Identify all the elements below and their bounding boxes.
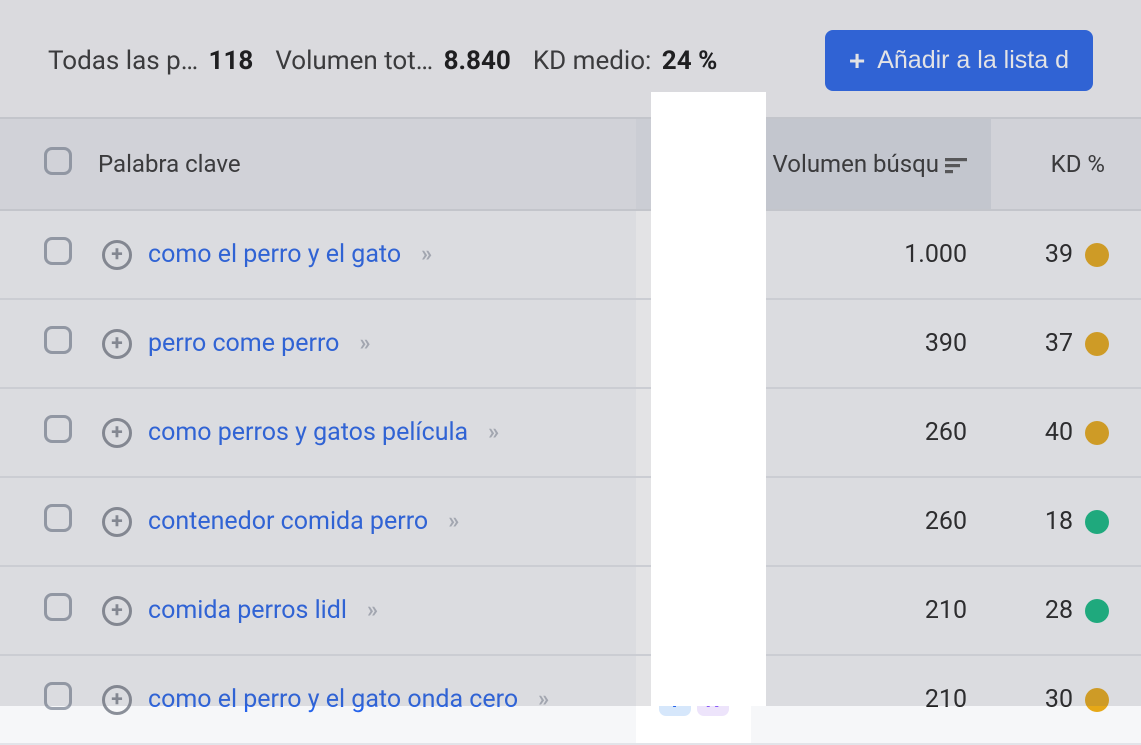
kd-difficulty-dot bbox=[1085, 332, 1109, 356]
volume-header[interactable]: Volumen búsqu bbox=[751, 118, 991, 210]
intent-cell: IT bbox=[636, 299, 751, 388]
chevrons-icon[interactable]: » bbox=[359, 331, 366, 356]
row-checkbox[interactable] bbox=[44, 326, 72, 354]
select-all-header[interactable] bbox=[0, 118, 90, 210]
intent-badge-n: N bbox=[678, 239, 710, 271]
keyword-link[interactable]: como el perro y el gato bbox=[148, 240, 401, 269]
add-keyword-icon[interactable]: + bbox=[102, 596, 132, 626]
intent-badge-i: I bbox=[659, 684, 691, 716]
table-row: +como perros y gatos película»IT26040 bbox=[0, 388, 1141, 477]
add-keyword-icon[interactable]: + bbox=[102, 685, 132, 715]
avg-kd-label: KD medio: 24 % bbox=[533, 46, 718, 76]
plus-icon: + bbox=[849, 47, 865, 75]
total-volume-label: Volumen tot… 8.840 bbox=[275, 46, 511, 76]
kd-cell: 39 bbox=[991, 210, 1141, 299]
table-row: +contenedor comida perro»IT26018 bbox=[0, 477, 1141, 566]
kd-cell: 40 bbox=[991, 388, 1141, 477]
intent-badge-i: I bbox=[659, 506, 691, 538]
add-keyword-icon[interactable]: + bbox=[102, 329, 132, 359]
kd-difficulty-dot bbox=[1085, 599, 1109, 623]
intent-cell: IT bbox=[636, 388, 751, 477]
intent-badge-t: T bbox=[697, 328, 729, 360]
kd-cell: 37 bbox=[991, 299, 1141, 388]
stats-bar: Todas las p… 118 Volumen tot… 8.840 KD m… bbox=[0, 0, 1141, 117]
table-row: + como el perro y el gato » N 1.00039 bbox=[0, 210, 1141, 299]
chevrons-icon[interactable]: » bbox=[538, 687, 545, 712]
intent-header[interactable]: Inte… bbox=[636, 118, 751, 210]
add-keyword-icon[interactable]: + bbox=[102, 240, 132, 270]
select-all-checkbox[interactable] bbox=[44, 147, 72, 175]
row-checkbox[interactable] bbox=[44, 415, 72, 443]
kd-difficulty-dot bbox=[1085, 243, 1109, 267]
volume-cell: 260 bbox=[751, 477, 991, 566]
volume-cell: 260 bbox=[751, 388, 991, 477]
kd-cell: 18 bbox=[991, 477, 1141, 566]
chevrons-icon[interactable]: » bbox=[488, 420, 495, 445]
intent-cell: N bbox=[636, 210, 751, 299]
kd-difficulty-dot bbox=[1085, 510, 1109, 534]
chevrons-icon[interactable]: » bbox=[367, 598, 374, 623]
chevrons-icon[interactable]: » bbox=[448, 509, 455, 534]
intent-badge-t: T bbox=[697, 417, 729, 449]
chevrons-icon[interactable]: » bbox=[421, 242, 428, 267]
volume-cell: 210 bbox=[751, 566, 991, 655]
kd-difficulty-dot bbox=[1085, 421, 1109, 445]
volume-cell: 1.000 bbox=[751, 210, 991, 299]
add-keyword-icon[interactable]: + bbox=[102, 507, 132, 537]
keyword-header[interactable]: Palabra clave bbox=[90, 118, 636, 210]
keyword-link[interactable]: como el perro y el gato onda cero bbox=[148, 685, 518, 714]
kd-difficulty-dot bbox=[1085, 688, 1109, 712]
table-row: +comida perros lidl»IT21028 bbox=[0, 566, 1141, 655]
intent-cell: IN bbox=[636, 655, 751, 744]
keyword-link[interactable]: contenedor comida perro bbox=[148, 507, 428, 536]
kd-header[interactable]: KD % bbox=[991, 118, 1141, 210]
total-keywords-label: Todas las p… 118 bbox=[48, 46, 253, 76]
table-row: +como el perro y el gato onda cero»IN210… bbox=[0, 655, 1141, 744]
row-checkbox[interactable] bbox=[44, 237, 72, 265]
kd-cell: 30 bbox=[991, 655, 1141, 744]
intent-badge-i: I bbox=[659, 417, 691, 449]
keyword-link[interactable]: como perros y gatos película bbox=[148, 418, 468, 447]
kd-cell: 28 bbox=[991, 566, 1141, 655]
add-keyword-icon[interactable]: + bbox=[102, 418, 132, 448]
row-checkbox[interactable] bbox=[44, 593, 72, 621]
intent-badge-n: N bbox=[697, 684, 729, 716]
add-to-list-button[interactable]: + Añadir a la lista d bbox=[825, 30, 1093, 91]
intent-badge-i: I bbox=[659, 328, 691, 360]
volume-cell: 390 bbox=[751, 299, 991, 388]
intent-badge-t: T bbox=[697, 595, 729, 627]
keyword-link[interactable]: comida perros lidl bbox=[148, 596, 347, 625]
keywords-table: Palabra clave Inte… Volumen búsqu KD % +… bbox=[0, 117, 1141, 745]
table-row: +perro come perro»IT39037 bbox=[0, 299, 1141, 388]
row-checkbox[interactable] bbox=[44, 504, 72, 532]
sort-desc-icon bbox=[945, 158, 967, 174]
keyword-link[interactable]: perro come perro bbox=[148, 329, 339, 358]
add-to-list-label: Añadir a la lista d bbox=[877, 46, 1069, 75]
intent-badge-t: T bbox=[697, 506, 729, 538]
intent-cell: IT bbox=[636, 477, 751, 566]
intent-cell: IT bbox=[636, 566, 751, 655]
volume-cell: 210 bbox=[751, 655, 991, 744]
intent-badge-i: I bbox=[659, 595, 691, 627]
